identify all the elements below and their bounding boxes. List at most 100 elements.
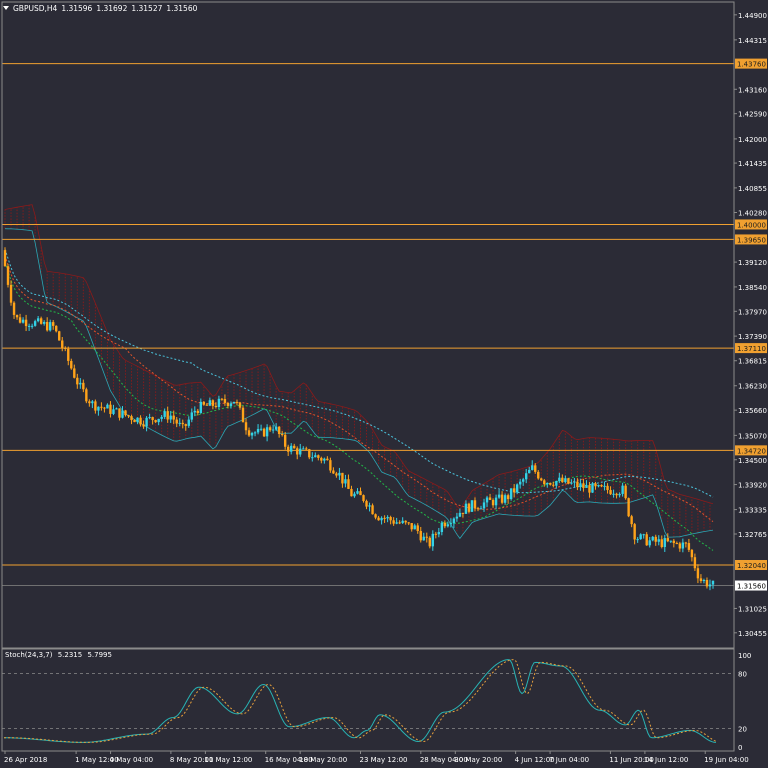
- time-tick-label-13: 14 Jun 12:00: [644, 756, 688, 764]
- candle-body-198: [600, 485, 603, 487]
- candle-body-7: [24, 319, 28, 327]
- candle-body-22: [70, 360, 73, 369]
- candle-body-162: [491, 499, 495, 506]
- candle-body-235: [711, 580, 715, 585]
- candle-body-110: [335, 473, 338, 476]
- candle-body-166: [503, 495, 507, 503]
- candle-body-150: [455, 516, 459, 519]
- candle-body-23: [73, 368, 76, 378]
- candle-body-185: [561, 477, 564, 483]
- candle-body-190: [576, 481, 579, 488]
- candle-body-158: [479, 508, 483, 510]
- candle-body-80: [244, 422, 248, 431]
- candle-body-32: [100, 406, 103, 408]
- candle-body-164: [497, 494, 501, 498]
- candle-body-60: [184, 424, 187, 426]
- candle-body-169: [512, 488, 516, 493]
- price-tick-label-17: 1.33920: [738, 482, 767, 490]
- candle-body-139: [422, 536, 425, 541]
- candle-body-76: [232, 401, 236, 404]
- candle-body-81: [247, 430, 251, 436]
- candle-body-203: [615, 493, 618, 496]
- candle-body-116: [353, 493, 356, 497]
- candle-body-230: [696, 568, 700, 579]
- candle-body-39: [121, 410, 124, 418]
- candle-body-153: [464, 503, 468, 514]
- candle-body-82: [250, 433, 254, 436]
- candle-body-188: [570, 482, 573, 484]
- candle-body-26: [82, 382, 85, 390]
- candle-body-178: [540, 478, 543, 481]
- candle-body-161: [488, 497, 492, 500]
- candle-body-90: [274, 426, 278, 430]
- candle-body-225: [681, 542, 685, 549]
- candle-body-54: [166, 411, 169, 420]
- candle-body-159: [482, 502, 486, 509]
- candle-body-37: [115, 408, 118, 410]
- price-chart[interactable]: 1.43760 1.40000 1.39650 1.37110 1.34720 1.320…: [0, 0, 768, 768]
- candle-body-191: [579, 483, 582, 488]
- candle-body-197: [597, 485, 600, 487]
- candle-body-29: [91, 401, 94, 404]
- candle-body-165: [500, 494, 504, 503]
- candle-body-95: [290, 445, 293, 452]
- open-value: 1.31596: [61, 3, 93, 13]
- candle-body-105: [320, 457, 323, 461]
- candle-body-28: [88, 401, 91, 404]
- candle-body-115: [350, 488, 353, 497]
- candle-body-151: [458, 512, 462, 517]
- candle-body-101: [308, 449, 311, 458]
- low-value: 1.31527: [131, 3, 163, 13]
- candle-body-195: [591, 483, 594, 493]
- candle-body-21: [67, 348, 70, 361]
- candle-body-0: [3, 250, 7, 267]
- close-value: 1.31560: [166, 3, 198, 13]
- level-label-4: 1.34720: [737, 447, 766, 455]
- candle-body-4: [15, 314, 19, 318]
- candle-body-69: [211, 400, 215, 406]
- candle-body-140: [425, 536, 428, 538]
- candle-body-16: [52, 322, 55, 326]
- candle-body-58: [178, 422, 181, 424]
- candle-body-176: [534, 465, 537, 472]
- candle-body-94: [286, 446, 290, 452]
- dropdown-triangle-icon[interactable]: [3, 6, 9, 10]
- candle-body-194: [588, 485, 591, 493]
- candle-body-71: [217, 398, 221, 407]
- candle-body-61: [187, 419, 190, 426]
- stochastic-tick-label-3: 0: [738, 744, 742, 752]
- price-tick-label-0: 1.44900: [738, 12, 767, 20]
- chart-background: [0, 0, 768, 768]
- candle-body-143: [434, 533, 438, 535]
- candle-body-84: [256, 428, 260, 433]
- candle-body-127: [386, 517, 389, 519]
- candle-body-229: [693, 557, 697, 569]
- candle-body-79: [241, 407, 245, 423]
- candle-body-51: [157, 418, 160, 423]
- candle-body-93: [283, 434, 287, 447]
- candle-body-228: [690, 549, 694, 558]
- candle-body-129: [392, 520, 395, 524]
- candle-body-120: [365, 500, 368, 507]
- candle-body-192: [582, 483, 585, 488]
- candle-body-123: [374, 514, 377, 518]
- candle-body-57: [175, 419, 178, 424]
- price-tick-label-16: 1.34500: [738, 457, 767, 465]
- price-tick-label-18: 1.33335: [738, 507, 767, 515]
- candle-body-13: [42, 322, 46, 324]
- candle-body-89: [271, 429, 275, 431]
- candle-body-42: [130, 416, 133, 421]
- candle-body-216: [654, 536, 657, 542]
- candle-body-167: [506, 495, 510, 500]
- price-tick-label-13: 1.36230: [738, 383, 767, 391]
- candle-body-187: [567, 478, 570, 484]
- time-tick-label-14: 19 Jun 04:00: [704, 756, 748, 764]
- stochastic-main-value: 5.2315: [57, 651, 83, 659]
- candle-body-126: [383, 517, 386, 519]
- candle-body-182: [552, 484, 555, 486]
- candle-body-137: [416, 525, 419, 532]
- candle-body-132: [401, 520, 404, 523]
- candle-body-55: [169, 415, 172, 420]
- candle-body-83: [253, 432, 257, 434]
- price-tick-label-5: 1.41435: [738, 160, 767, 168]
